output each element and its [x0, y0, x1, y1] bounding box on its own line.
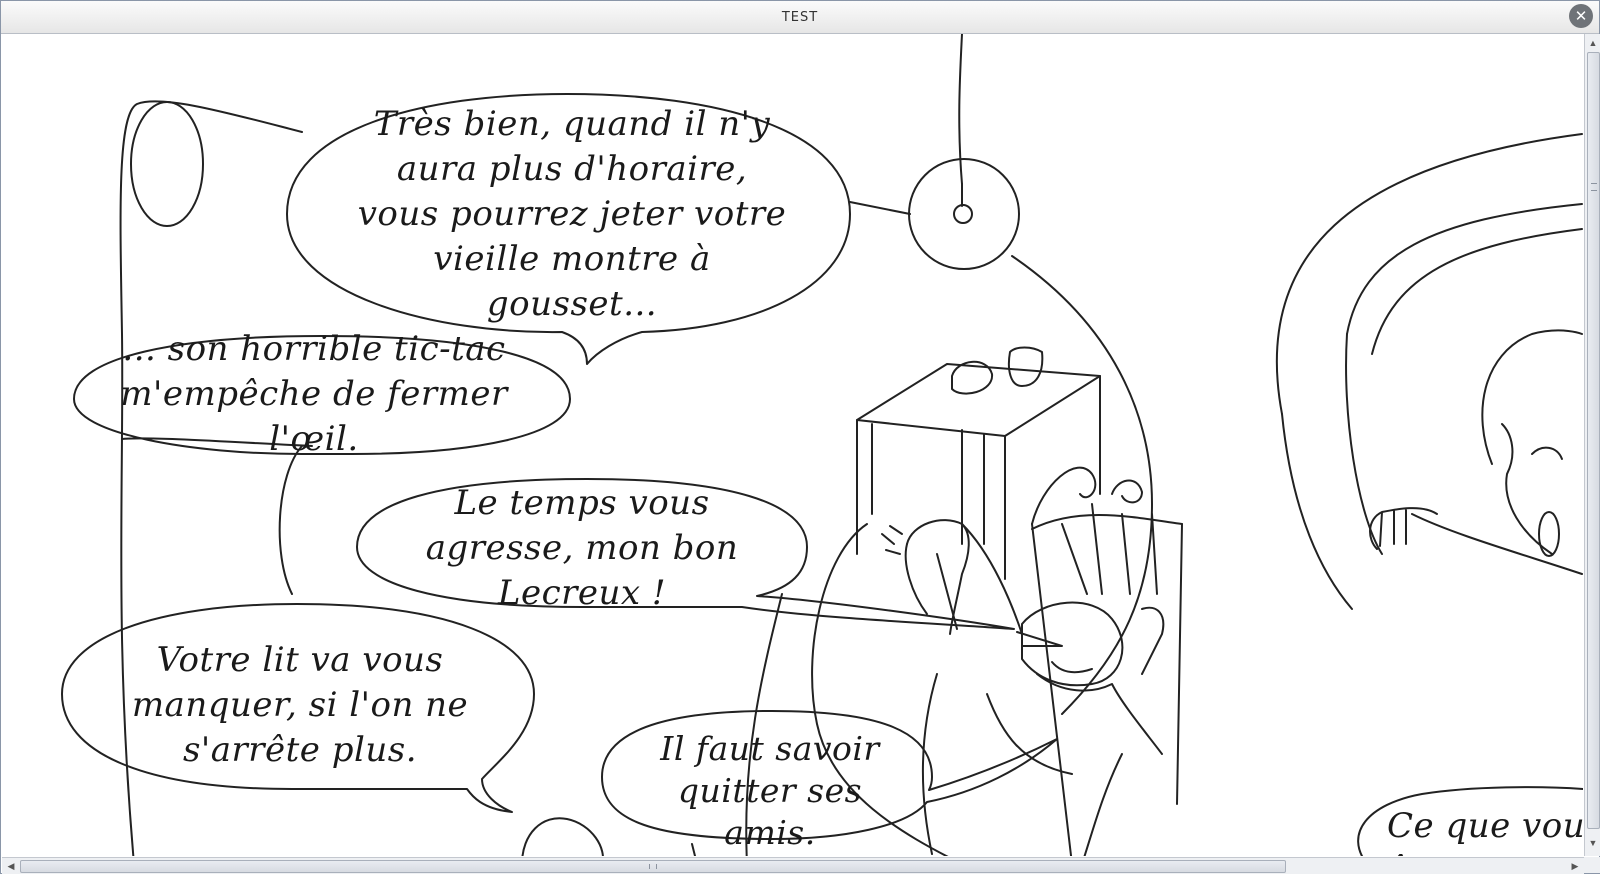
bubble-5-text: Il faut savoir quitter ses amis.: [660, 729, 880, 852]
scroll-down-icon[interactable]: ▼: [1585, 836, 1600, 850]
panel-hole: [130, 101, 204, 227]
scrollbar-corner: [1584, 857, 1600, 873]
nightstand: [856, 363, 1101, 437]
close-icon[interactable]: ✕: [1569, 4, 1593, 28]
bubble-3-text: Le temps vous agresse, mon bon Lecreux !: [425, 483, 739, 613]
horizontal-scrollbar[interactable]: ◀ ▶: [2, 857, 1584, 874]
comic-page-view: Très bien, quand il n'y aura plus d'hora…: [2, 34, 1583, 856]
bubble-2-text: ... son horrible tic-tac m'empêche de fe…: [120, 329, 508, 459]
grip-icon: [1591, 183, 1597, 191]
app-window: TEST ✕ Très bien, quand il n'y aura plus…: [0, 0, 1600, 874]
lamp-cord: [958, 34, 963, 185]
title-bar[interactable]: TEST ✕: [1, 1, 1599, 34]
scroll-right-icon[interactable]: ▶: [1568, 858, 1582, 874]
horizontal-scroll-thumb[interactable]: [20, 860, 1286, 873]
bubble-4-text: Votre lit va vous manquer, si l'on ne s'…: [131, 640, 469, 770]
vertical-scrollbar[interactable]: ▲ ▼: [1584, 34, 1600, 856]
character-right: [1481, 329, 1583, 465]
vertical-scroll-thumb[interactable]: [1587, 52, 1600, 829]
bubble-1-text: Très bien, quand il n'y aura plus d'hora…: [357, 104, 787, 324]
window-title: TEST: [781, 10, 819, 25]
right-arch-inner: [1346, 203, 1583, 335]
bubble-6-text: Ce que vou être sur: [1387, 806, 1583, 856]
scroll-left-icon[interactable]: ◀: [4, 858, 18, 874]
character-bottom: [521, 817, 604, 856]
scroll-up-icon[interactable]: ▲: [1585, 36, 1600, 50]
grip-icon: [649, 864, 657, 869]
lamp-circle: [908, 158, 1020, 270]
